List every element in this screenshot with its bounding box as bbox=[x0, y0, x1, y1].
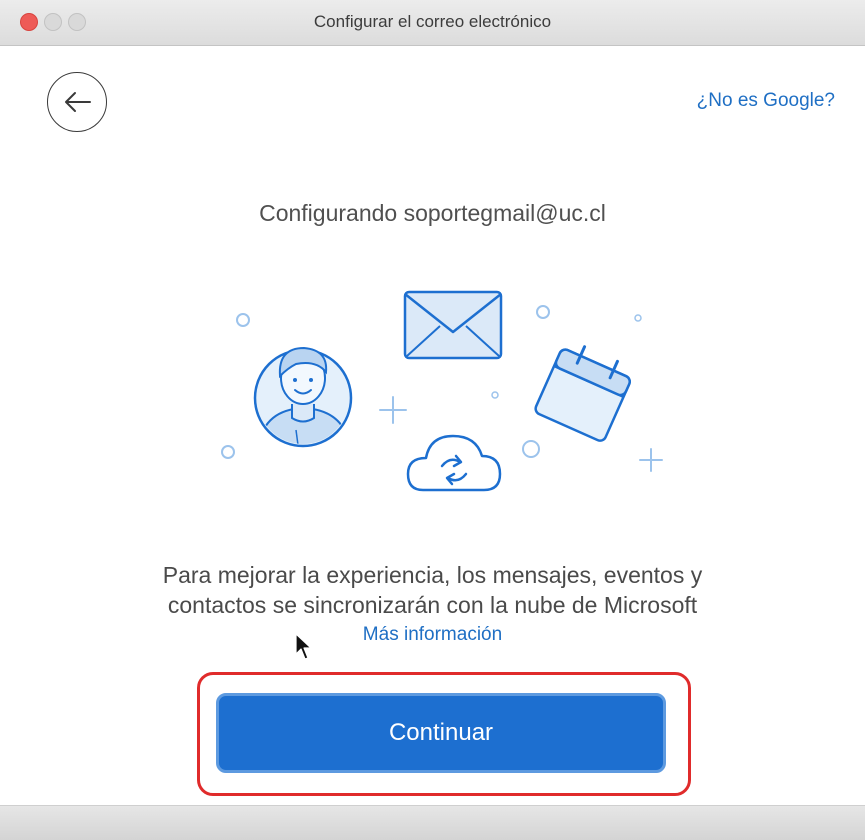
decor-circle bbox=[221, 445, 235, 459]
setup-window: Configurar el correo electrónico ¿No es … bbox=[0, 0, 865, 840]
title-bar: Configurar el correo electrónico bbox=[0, 0, 865, 46]
more-info-link[interactable]: Más información bbox=[0, 624, 865, 646]
window-title: Configurar el correo electrónico bbox=[313, 12, 552, 31]
decor-circle bbox=[634, 314, 642, 322]
plus-icon bbox=[639, 448, 663, 472]
continue-button[interactable]: Continuar bbox=[216, 693, 666, 773]
window-bottom-bar bbox=[0, 805, 865, 840]
plus-icon bbox=[379, 396, 407, 424]
sync-illustration bbox=[221, 290, 663, 492]
privacy-line-1: Para mejorar la experiencia, los mensaje… bbox=[162, 562, 703, 588]
privacy-line-2: contactos se sincronizarán con la nube d… bbox=[167, 592, 698, 618]
back-arrow-icon bbox=[65, 92, 91, 112]
calendar-icon bbox=[534, 345, 631, 442]
mouse-pointer-icon bbox=[295, 633, 312, 660]
page-title: Configurando soportegmail@uc.cl bbox=[259, 200, 606, 226]
envelope-icon bbox=[403, 290, 503, 360]
back-button[interactable] bbox=[47, 72, 107, 132]
decor-circle bbox=[536, 305, 550, 319]
decor-circle bbox=[522, 440, 540, 458]
privacy-notice: Para mejorar la experiencia, los mensaje… bbox=[0, 560, 865, 620]
decor-circle bbox=[491, 391, 499, 399]
cloud-sync-icon bbox=[406, 434, 502, 492]
decor-circle bbox=[236, 313, 250, 327]
person-icon bbox=[253, 346, 353, 448]
not-google-link[interactable]: ¿No es Google? bbox=[697, 90, 835, 112]
